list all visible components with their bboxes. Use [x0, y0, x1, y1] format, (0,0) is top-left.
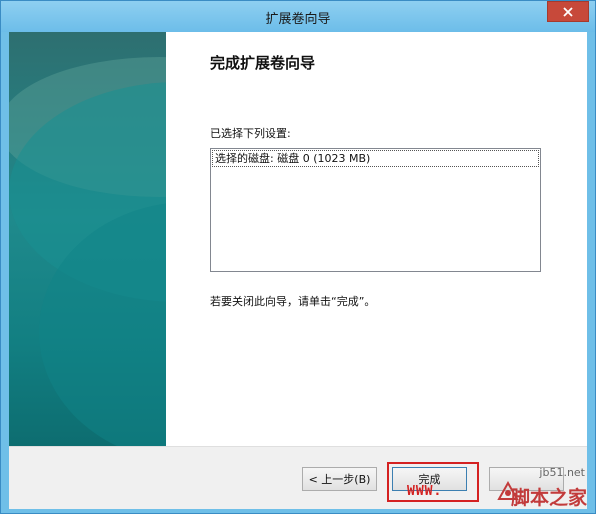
watermark-brand: 脚本之家 [510, 487, 587, 509]
wizard-side-banner [9, 32, 166, 446]
settings-label: 已选择下列设置: [210, 127, 291, 140]
settings-listbox[interactable]: 选择的磁盘: 磁盘 0 (1023 MB) [210, 148, 541, 272]
watermark-site: jb51.net [539, 466, 585, 479]
page-title: 完成扩展卷向导 [210, 54, 316, 72]
close-instructions: 若要关闭此向导，请单击“完成”。 [210, 295, 376, 308]
close-icon [563, 6, 573, 17]
back-button[interactable]: < 上一步(B) [302, 467, 377, 491]
wizard-content: 完成扩展卷向导 已选择下列设置: 选择的磁盘: 磁盘 0 (1023 MB) 若… [9, 32, 587, 446]
title-bar[interactable]: 扩展卷向导 [1, 1, 595, 32]
wizard-window: 扩展卷向导 完成扩展卷向导 已选择下列设置: 选择的磁盘: 磁盘 0 (1023… [0, 0, 596, 514]
close-button[interactable] [547, 1, 589, 22]
watermark-www: WWW. [407, 484, 443, 499]
window-title: 扩展卷向导 [265, 12, 331, 27]
list-item[interactable]: 选择的磁盘: 磁盘 0 (1023 MB) [212, 150, 539, 167]
